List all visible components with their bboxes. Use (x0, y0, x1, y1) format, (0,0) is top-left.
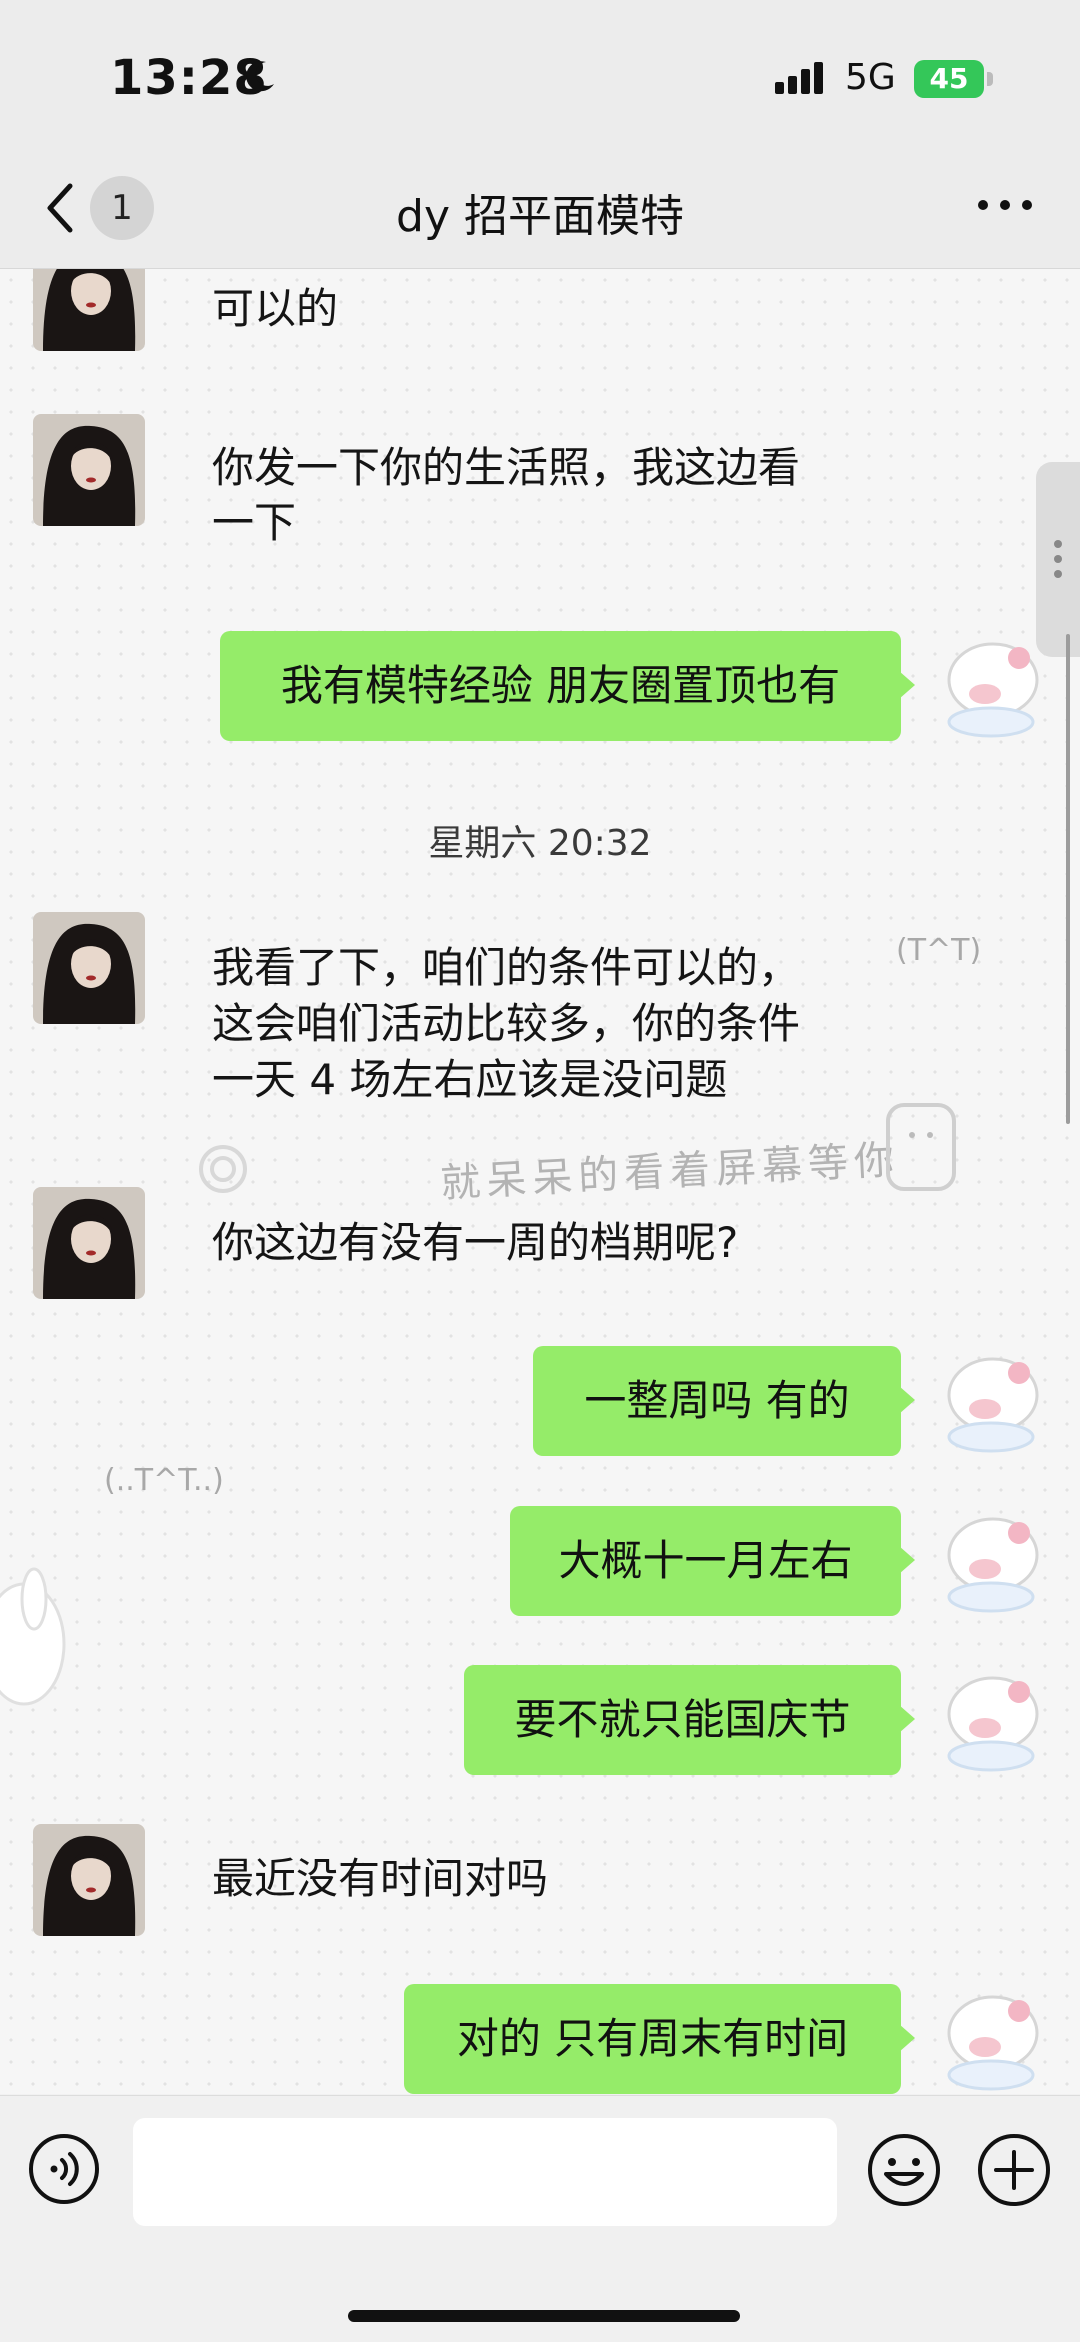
incoming-message-line[interactable]: 这会咱们活动比较多，你的条件 (212, 996, 800, 1052)
status-bar: 13:28 5G 45 (0, 0, 1080, 150)
signal-icon (775, 62, 823, 94)
more-options-icon[interactable] (975, 190, 1035, 220)
background-kaomoji: (T^T) (896, 933, 982, 968)
incoming-message[interactable]: 可以的 (212, 281, 338, 337)
self-avatar[interactable] (935, 634, 1047, 746)
background-cup-sticker (886, 1103, 956, 1191)
network-type: 5G (845, 57, 896, 98)
voice-input-icon[interactable] (27, 2132, 101, 2206)
chat-header: 1 dy 招平面模特 (0, 150, 1080, 269)
incoming-message-line[interactable]: 我看了下，咱们的条件可以的， (212, 940, 800, 996)
outgoing-message[interactable]: 我有模特经验 朋友圈置顶也有 (220, 631, 915, 741)
self-avatar[interactable] (935, 1509, 1047, 1621)
incoming-message[interactable]: 你这边有没有一周的档期呢? (212, 1215, 738, 1271)
scrollbar[interactable] (1066, 634, 1070, 1124)
chat-history[interactable]: 就呆呆的看着屏幕等你 (T^T) (..T^T..) 可以的 你发一下你的生活照… (0, 269, 1080, 2094)
chat-title: dy 招平面模特 (396, 191, 684, 242)
plus-icon[interactable] (976, 2132, 1052, 2208)
background-swirl-sticker (199, 1145, 247, 1193)
emoji-icon[interactable] (866, 2132, 942, 2208)
self-avatar[interactable] (935, 1987, 1047, 2094)
contact-avatar[interactable] (33, 1824, 145, 1936)
message-input-bar (0, 2095, 1080, 2342)
outgoing-message[interactable]: 要不就只能国庆节 (464, 1665, 915, 1775)
contact-avatar[interactable] (33, 414, 145, 526)
side-panel-handle[interactable] (1036, 462, 1080, 657)
outgoing-message[interactable]: 一整周吗 有的 (533, 1346, 915, 1456)
contact-avatar[interactable] (33, 1187, 145, 1299)
drag-dots-icon (1054, 540, 1062, 578)
battery-cap (987, 72, 993, 86)
contact-avatar[interactable] (33, 912, 145, 1024)
background-bunny-sticker (0, 1567, 66, 1706)
timestamp-divider: 星期六 20:32 (428, 823, 652, 864)
background-handwriting: 就呆呆的看着屏幕等你 (439, 1136, 902, 1208)
incoming-message-line[interactable]: 一下 (212, 495, 296, 551)
message-input[interactable] (133, 2118, 837, 2226)
outgoing-message[interactable]: 大概十一月左右 (510, 1506, 915, 1616)
home-indicator[interactable] (348, 2310, 740, 2322)
battery-level: 45 (914, 60, 984, 98)
self-avatar[interactable] (935, 1668, 1047, 1780)
moon-icon (246, 61, 274, 92)
outgoing-message[interactable]: 对的 只有周末有时间 (404, 1984, 915, 2094)
contact-avatar[interactable] (33, 269, 145, 351)
incoming-message-line[interactable]: 你发一下你的生活照，我这边看 (212, 440, 800, 496)
incoming-message[interactable]: 最近没有时间对吗 (212, 1851, 548, 1907)
incoming-message-line[interactable]: 一天 4 场左右应该是没问题 (212, 1052, 727, 1108)
self-avatar[interactable] (935, 1349, 1047, 1461)
background-kaomoji: (..T^T..) (104, 1463, 224, 1498)
